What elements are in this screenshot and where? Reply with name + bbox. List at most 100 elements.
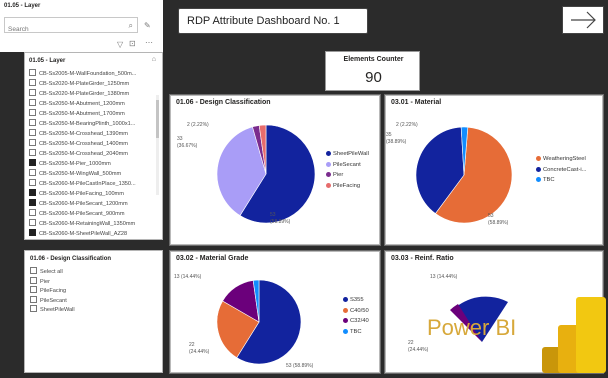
checkbox[interactable] <box>30 267 37 274</box>
list-item[interactable]: CB-Ss2050-M-Abutment_1700mm <box>29 109 153 118</box>
chart-material-grade[interactable]: 03.02 - Material Grade S355 C40/50 C32/40 T… <box>170 251 380 373</box>
checkbox[interactable] <box>29 219 36 226</box>
legend-item[interactable]: C40/50 <box>343 307 369 314</box>
legend-item[interactable]: Pier <box>326 172 343 178</box>
checkbox[interactable] <box>29 169 36 176</box>
list-item-label: Select all <box>40 269 63 275</box>
legend-marker <box>343 328 348 334</box>
eraser-icon[interactable]: ⌂ <box>152 56 156 63</box>
list-item[interactable]: CB-Ss2060-M-PileSecant_1200mm <box>29 199 153 208</box>
legend-label: ConcreteCast-i... <box>543 166 587 173</box>
next-page-button[interactable] <box>562 6 604 34</box>
list-item-label: CB-Ss2060-M-PileFacing_100mm <box>39 191 124 197</box>
list-item[interactable]: CB-Ss2060-M-PileSecant_900mm <box>29 209 153 218</box>
legend-item[interactable]: PileSecant <box>326 161 361 168</box>
legend-item[interactable]: TBC <box>536 177 555 183</box>
checkbox[interactable] <box>30 295 37 303</box>
checkbox[interactable] <box>29 119 36 126</box>
list-item[interactable]: PileFacing <box>30 286 154 295</box>
checkbox[interactable] <box>29 109 36 116</box>
data-label: 13 (14.44%) <box>430 274 458 280</box>
chart-design-classification[interactable]: 01.06 - Design Classification SheetPileW… <box>170 95 380 245</box>
legend-item[interactable]: PileFacing <box>326 182 361 189</box>
checkbox[interactable] <box>29 129 36 136</box>
chart-material[interactable]: 03.01 - Material WeatheringSteel Concrete… <box>385 95 603 245</box>
layer-slicer-title: 01.05 - Layer <box>4 3 41 9</box>
list-item[interactable]: CB-Ss2060-M-PileFacing_100mm <box>29 189 153 198</box>
checkbox[interactable] <box>29 179 36 186</box>
more-options-icon[interactable]: ⋯ <box>145 38 153 47</box>
dashboard-title: RDP Attribute Dashboard No. 1 <box>178 8 368 34</box>
checkbox[interactable] <box>29 139 36 146</box>
checkbox[interactable] <box>29 89 36 96</box>
data-label: 2 (2.22%) <box>396 122 418 128</box>
checkbox[interactable] <box>29 149 36 156</box>
data-label: 53 <box>488 213 494 219</box>
list-item[interactable]: CB-Ss2050-M-BearingPlinth_1000x1... <box>29 119 153 128</box>
data-label: 13 (14.44%) <box>174 274 202 280</box>
legend-item[interactable]: S355 <box>343 297 364 303</box>
scrollbar[interactable] <box>156 95 159 195</box>
checkbox[interactable] <box>29 189 36 196</box>
pin-icon[interactable]: ✎ <box>144 21 151 30</box>
checkbox[interactable] <box>29 99 36 106</box>
counter-label: Elements Counter <box>343 56 404 63</box>
legend-item[interactable]: TBC <box>343 328 362 335</box>
search-box[interactable]: ⌕ <box>4 17 138 33</box>
list-item[interactable]: CB-Ss2050-M-Crosshead_1390mm <box>29 129 153 138</box>
list-item[interactable]: CB-Ss2020-M-PlateGirder_1250mm <box>29 79 153 88</box>
focus-mode-icon[interactable]: ⊡ <box>129 39 136 48</box>
design-slicer-title: 01.06 - Design Classification <box>30 256 112 262</box>
list-item[interactable]: CB-Ss2005-M-WallFoundation_500m... <box>29 69 153 78</box>
legend-label: Pier <box>333 172 344 178</box>
search-input[interactable] <box>8 26 118 33</box>
legend-item[interactable]: ConcreteCast-i... <box>536 166 587 173</box>
list-item[interactable]: CB-Ss2060-M-PileCastInPlace_1350... <box>29 179 153 188</box>
checkbox[interactable] <box>29 199 36 206</box>
list-item[interactable]: CB-Ss2050-M-Crosshead_1400mm <box>29 139 153 148</box>
scrollbar-thumb[interactable] <box>156 100 159 138</box>
data-label: 35 <box>386 132 392 138</box>
list-item[interactable]: CB-Ss2050-M-Crosshead_2040mm <box>29 149 153 158</box>
legend-label: C40/50 <box>350 307 369 314</box>
list-item[interactable]: CB-Ss2050-M-Pier_1000mm <box>29 159 153 168</box>
list-item[interactable]: CB-Ss2060-M-SheetPileWall_AZ28 <box>29 229 153 238</box>
legend-label: PileFacing <box>333 182 361 189</box>
list-item[interactable]: Pier <box>30 276 154 286</box>
legend-marker <box>326 151 331 156</box>
list-item-label: CB-Ss2050-M-BearingPlinth_1000x1... <box>39 121 136 127</box>
legend-item[interactable]: WeatheringSteel <box>536 156 586 162</box>
legend-label: TBC <box>543 177 555 183</box>
legend-marker <box>326 172 331 177</box>
list-item[interactable]: CB-Ss2050-M-Abutment_1200mm <box>29 99 153 108</box>
legend-item[interactable]: C32/40 <box>343 318 369 324</box>
list-item-label: CB-Ss2020-M-PlateGirder_1380mm <box>39 91 130 97</box>
list-item[interactable]: Select all <box>30 267 154 276</box>
checkbox[interactable] <box>29 79 36 86</box>
checkbox[interactable] <box>29 159 36 166</box>
data-label: (58.89%) <box>488 220 509 226</box>
powerbi-wordmark: Power BI <box>427 315 517 340</box>
list-item[interactable]: CB-Ss2050-M-WingWall_500mm <box>29 169 153 178</box>
legend-marker <box>343 307 348 313</box>
list-item-label: PileFacing <box>40 288 67 294</box>
checkbox[interactable] <box>29 69 36 76</box>
layer-slicer-header: 01.05 - Layer ⌕ ✎ ▽ ⊡ ⋯ <box>0 0 163 52</box>
search-icon[interactable]: ⌕ <box>129 21 133 31</box>
list-item[interactable]: CB-Ss2060-M-RetainingWall_1350mm <box>29 219 153 228</box>
legend-label: WeatheringSteel <box>543 156 586 162</box>
list-item[interactable]: SheetPileWall <box>30 305 154 314</box>
list-item[interactable]: PileSecant <box>30 295 154 305</box>
checkbox[interactable] <box>30 305 37 312</box>
filter-icon[interactable]: ▽ <box>117 40 123 49</box>
data-label: 33 <box>177 136 183 142</box>
list-item-label: CB-Ss2050-M-Abutment_1200mm <box>39 101 125 107</box>
list-item[interactable]: CB-Ss2020-M-PlateGirder_1380mm <box>29 89 153 98</box>
checkbox[interactable] <box>30 286 37 293</box>
counter-value: 90 <box>365 69 382 86</box>
list-item-label: CB-Ss2060-M-PileCastInPlace_1350... <box>39 181 136 187</box>
checkbox[interactable] <box>29 229 36 236</box>
legend-item[interactable]: SheetPileWall <box>326 151 369 157</box>
checkbox[interactable] <box>29 209 36 216</box>
checkbox[interactable] <box>30 276 37 284</box>
